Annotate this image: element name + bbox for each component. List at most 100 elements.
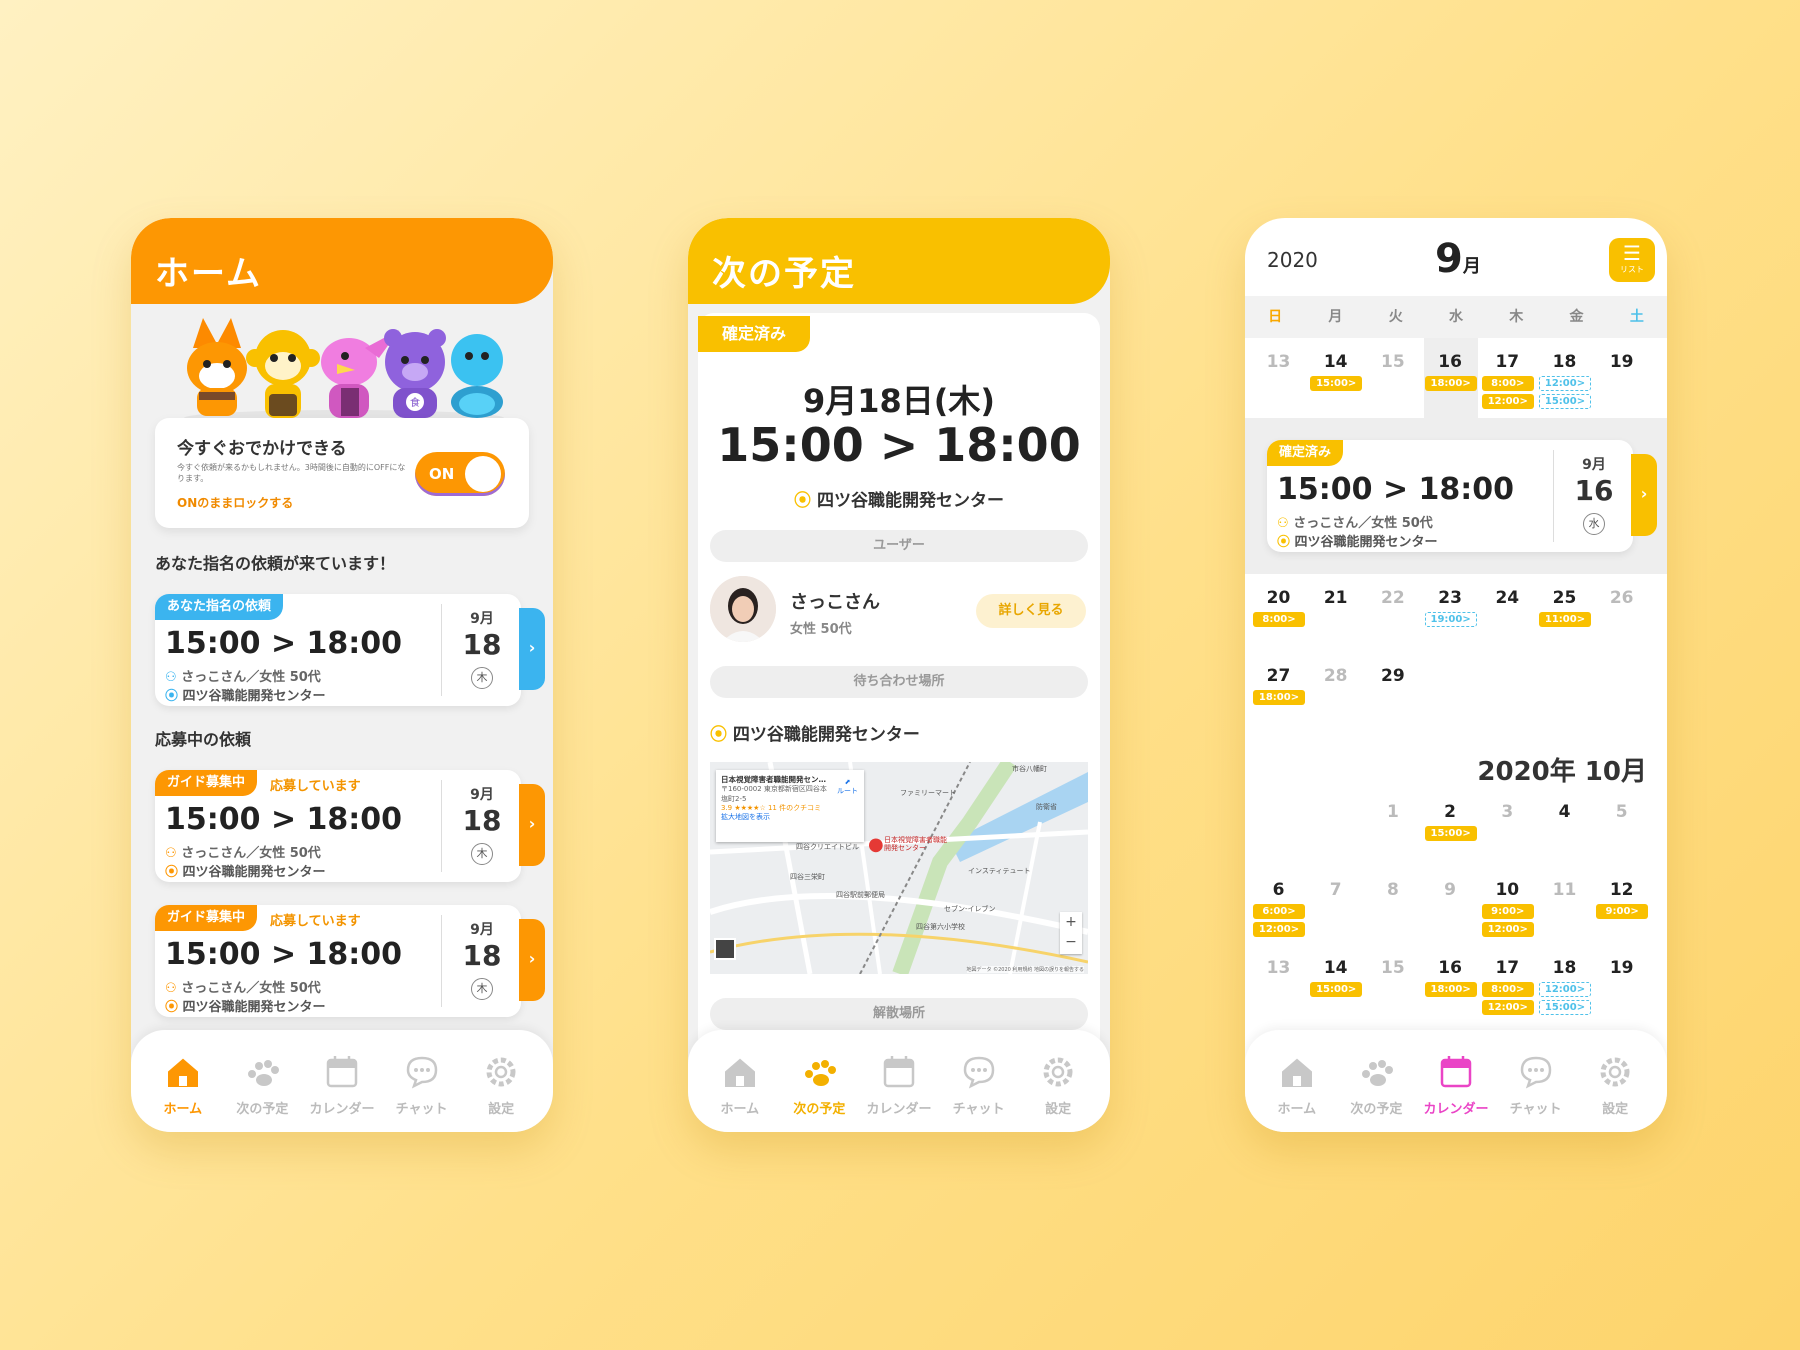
- calendar-day[interactable]: 13: [1250, 352, 1307, 372]
- request-card[interactable]: あなた指名の依頼 15:00 > 18:00 ⚇ さっこさん／女性 50代 ⦿ …: [155, 594, 545, 706]
- calendar-day[interactable]: 17: [1479, 352, 1536, 372]
- tab-paw[interactable]: 次の予定: [223, 1030, 303, 1132]
- event-chip[interactable]: 15:00>: [1310, 982, 1363, 997]
- calendar-day[interactable]: 14: [1307, 352, 1364, 372]
- event-chip[interactable]: 8:00>: [1481, 982, 1534, 997]
- map-label: セブン-イレブン: [944, 905, 996, 913]
- map-zoom-control[interactable]: + −: [1060, 912, 1082, 954]
- chevron-right-icon[interactable]: ›: [519, 919, 545, 1001]
- selected-event-card[interactable]: 確定済み 15:00 > 18:00 ⚇ さっこさん／女性 50代 ⦿ 四ツ谷職…: [1267, 440, 1657, 552]
- calendar-day[interactable]: 7: [1307, 880, 1364, 900]
- calendar-day[interactable]: 24: [1479, 588, 1536, 608]
- go-out-toggle[interactable]: ON: [415, 452, 505, 496]
- event-chip[interactable]: 9:00>: [1481, 904, 1534, 919]
- tab-calendar[interactable]: カレンダー: [302, 1030, 382, 1132]
- calendar-day[interactable]: 27: [1250, 666, 1307, 686]
- tentative-event-chip[interactable]: 15:00>: [1539, 394, 1591, 409]
- calendar-day[interactable]: 11: [1536, 880, 1593, 900]
- tentative-event-chip[interactable]: 19:00>: [1424, 612, 1477, 627]
- event-chip[interactable]: 18:00>: [1424, 982, 1477, 997]
- calendar-day[interactable]: 17: [1479, 958, 1536, 978]
- calendar-day[interactable]: 23: [1422, 588, 1479, 608]
- view-details-button[interactable]: 詳しく見る: [976, 594, 1086, 628]
- request-card[interactable]: ガイド募集中 応募しています 15:00 > 18:00 ⚇ さっこさん／女性 …: [155, 905, 545, 1017]
- calendar-day[interactable]: 16: [1422, 958, 1479, 978]
- calendar-day[interactable]: 19: [1593, 958, 1650, 978]
- calendar-day[interactable]: 9: [1422, 880, 1479, 900]
- calendar-day[interactable]: 5: [1593, 802, 1650, 822]
- calendar-day[interactable]: 8: [1364, 880, 1421, 900]
- event-chip[interactable]: 12:00>: [1253, 922, 1305, 937]
- tab-paw[interactable]: 次の予定: [1337, 1030, 1417, 1132]
- tab-home[interactable]: ホーム: [1257, 1030, 1337, 1132]
- calendar-day[interactable]: 1: [1364, 802, 1421, 822]
- calendar-day[interactable]: 16: [1422, 352, 1479, 372]
- chevron-right-icon[interactable]: ›: [519, 784, 545, 866]
- tab-calendar[interactable]: カレンダー: [1416, 1030, 1496, 1132]
- event-chip[interactable]: 8:00>: [1481, 376, 1534, 391]
- calendar-day[interactable]: 21: [1307, 588, 1364, 608]
- map-enlarge-link[interactable]: 拡大地図を表示: [721, 813, 859, 822]
- map-route-button[interactable]: ⬈ ルート: [837, 778, 858, 797]
- zoom-in-button[interactable]: +: [1060, 912, 1082, 932]
- event-chip[interactable]: 18:00>: [1424, 376, 1477, 391]
- calendar-day[interactable]: 14: [1307, 958, 1364, 978]
- event-chip[interactable]: 8:00>: [1253, 612, 1305, 627]
- calendar-day[interactable]: 18: [1536, 352, 1593, 372]
- tentative-event-chip[interactable]: 15:00>: [1539, 1000, 1591, 1015]
- tab-gear[interactable]: 設定: [1018, 1030, 1098, 1132]
- calendar-day[interactable]: 29: [1364, 666, 1421, 686]
- event-chip[interactable]: 9:00>: [1596, 904, 1649, 919]
- zoom-out-button[interactable]: −: [1060, 932, 1082, 952]
- calendar-day[interactable]: 25: [1536, 588, 1593, 608]
- calendar-day[interactable]: 3: [1479, 802, 1536, 822]
- tentative-event-chip[interactable]: 12:00>: [1539, 982, 1591, 997]
- tab-chat[interactable]: チャット: [1496, 1030, 1576, 1132]
- pin-icon: ⦿: [165, 865, 183, 880]
- calendar-day[interactable]: 13: [1250, 958, 1307, 978]
- event-chip[interactable]: 12:00>: [1481, 922, 1534, 937]
- tab-gear[interactable]: 設定: [1575, 1030, 1655, 1132]
- tab-calendar[interactable]: カレンダー: [859, 1030, 939, 1132]
- tab-label: チャット: [1509, 1102, 1562, 1117]
- tab-paw[interactable]: 次の予定: [780, 1030, 860, 1132]
- calendar-day[interactable]: 6: [1250, 880, 1307, 900]
- map-info-card[interactable]: 日本視覚障害者職能開発セン… 〒160-0002 東京都新宿区四谷本塩町2-5 …: [716, 770, 864, 842]
- event-chip[interactable]: 12:00>: [1481, 1000, 1534, 1015]
- calendar-day[interactable]: 20: [1250, 588, 1307, 608]
- calendar-day[interactable]: 15: [1364, 352, 1421, 372]
- tentative-event-chip[interactable]: 12:00>: [1539, 376, 1591, 391]
- tab-home[interactable]: ホーム: [700, 1030, 780, 1132]
- calendar-day[interactable]: 19: [1593, 352, 1650, 372]
- calendar-day[interactable]: 2: [1422, 802, 1479, 822]
- calendar-day[interactable]: 10: [1479, 880, 1536, 900]
- tab-chat[interactable]: チャット: [382, 1030, 462, 1132]
- event-chip[interactable]: 6:00>: [1253, 904, 1305, 919]
- calendar-day[interactable]: 28: [1307, 666, 1364, 686]
- event-chip[interactable]: 15:00>: [1310, 376, 1363, 391]
- calendar-day[interactable]: 26: [1593, 588, 1650, 608]
- chevron-right-icon[interactable]: ›: [519, 608, 545, 690]
- tab-home[interactable]: ホーム: [143, 1030, 223, 1132]
- calendar-day[interactable]: 12: [1593, 880, 1650, 900]
- meet-section-label: 待ち合わせ場所: [710, 666, 1088, 698]
- tab-gear[interactable]: 設定: [461, 1030, 541, 1132]
- event-chip[interactable]: 18:00>: [1253, 690, 1305, 705]
- list-view-button[interactable]: ☰ リスト: [1609, 238, 1655, 282]
- schedule-time: 15:00 > 18:00: [717, 418, 1081, 472]
- event-chip[interactable]: 15:00>: [1424, 826, 1477, 841]
- request-card[interactable]: ガイド募集中 応募しています 15:00 > 18:00 ⚇ さっこさん／女性 …: [155, 770, 545, 882]
- calendar-day[interactable]: 15: [1364, 958, 1421, 978]
- satellite-toggle[interactable]: [714, 938, 736, 960]
- chevron-right-icon[interactable]: ›: [1631, 454, 1657, 536]
- tab-chat[interactable]: チャット: [939, 1030, 1019, 1132]
- map-view[interactable]: 日本視覚障害者職能開発セン… 〒160-0002 東京都新宿区四谷本塩町2-5 …: [710, 762, 1088, 974]
- lock-on-link[interactable]: ONのままロックする: [177, 494, 293, 511]
- event-chip[interactable]: 11:00>: [1539, 612, 1591, 627]
- calendar-day[interactable]: 22: [1364, 588, 1421, 608]
- event-chip[interactable]: 12:00>: [1481, 394, 1534, 409]
- divider: [441, 604, 442, 696]
- calendar-day[interactable]: 4: [1536, 802, 1593, 822]
- calendar-day[interactable]: 18: [1536, 958, 1593, 978]
- user-section-label: ユーザー: [710, 530, 1088, 562]
